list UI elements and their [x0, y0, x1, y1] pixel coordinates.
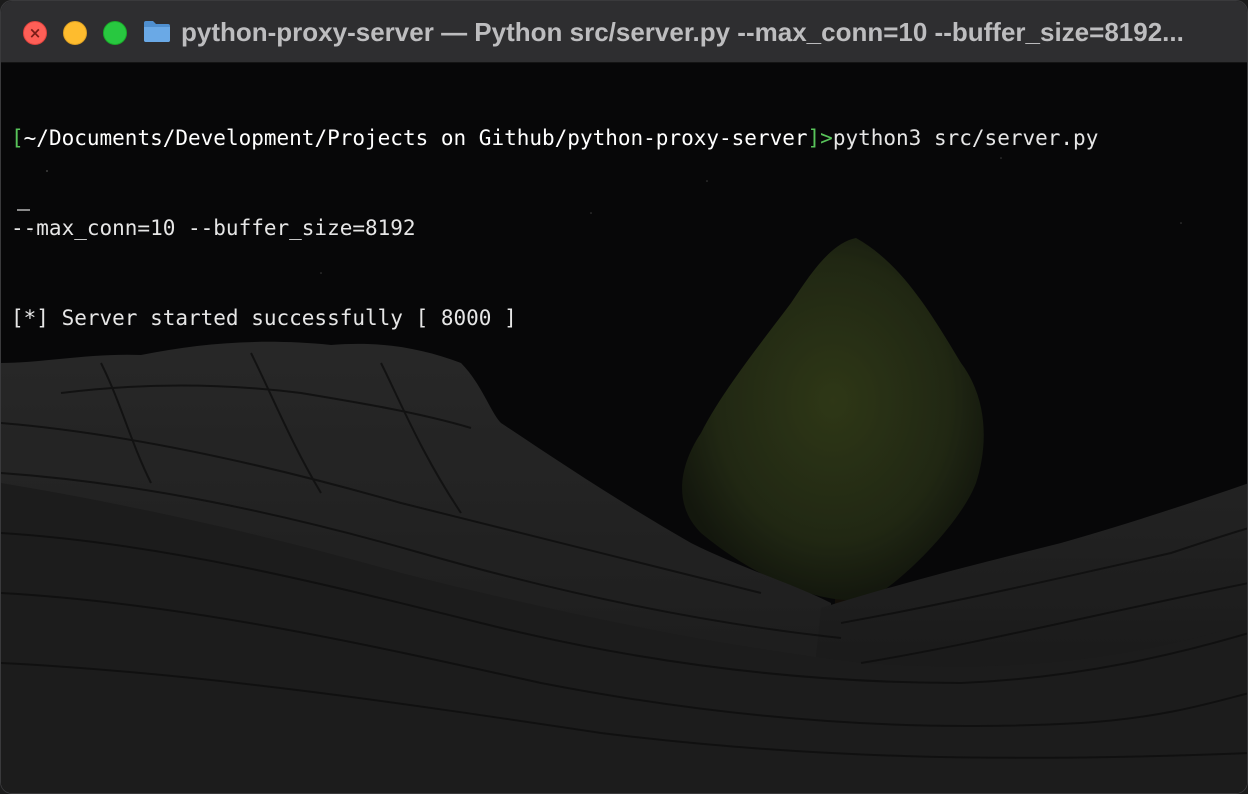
- close-icon: ×: [28, 23, 42, 42]
- zoom-button[interactable]: [103, 21, 127, 45]
- minimize-button[interactable]: [63, 21, 87, 45]
- terminal-cursor: [17, 209, 30, 211]
- command-wrap-line: --max_conn=10 --buffer_size=8192: [11, 216, 416, 240]
- window-title: python-proxy-server — Python src/server.…: [181, 17, 1184, 47]
- prompt-path: ~/Documents/Development/Projects on Gith…: [23, 126, 808, 150]
- folder-icon: [144, 21, 170, 42]
- close-button[interactable]: ×: [23, 21, 47, 45]
- server-output-line: [*] Server started successfully [ 8000 ]: [11, 306, 517, 330]
- terminal-output: [~/Documents/Development/Projects on Git…: [11, 63, 1241, 393]
- prompt-open-bracket: [: [11, 126, 24, 150]
- terminal-window: × python-proxy-server — Python src/serve…: [0, 0, 1248, 794]
- title-bar[interactable]: × python-proxy-server — Python src/serve…: [1, 1, 1247, 63]
- prompt-close-bracket: ]>: [807, 126, 833, 150]
- terminal-area[interactable]: [~/Documents/Development/Projects on Git…: [1, 63, 1247, 793]
- prompt-line: [~/Documents/Development/Projects on Git…: [11, 123, 1241, 153]
- command-text: python3 src/server.py: [832, 126, 1111, 150]
